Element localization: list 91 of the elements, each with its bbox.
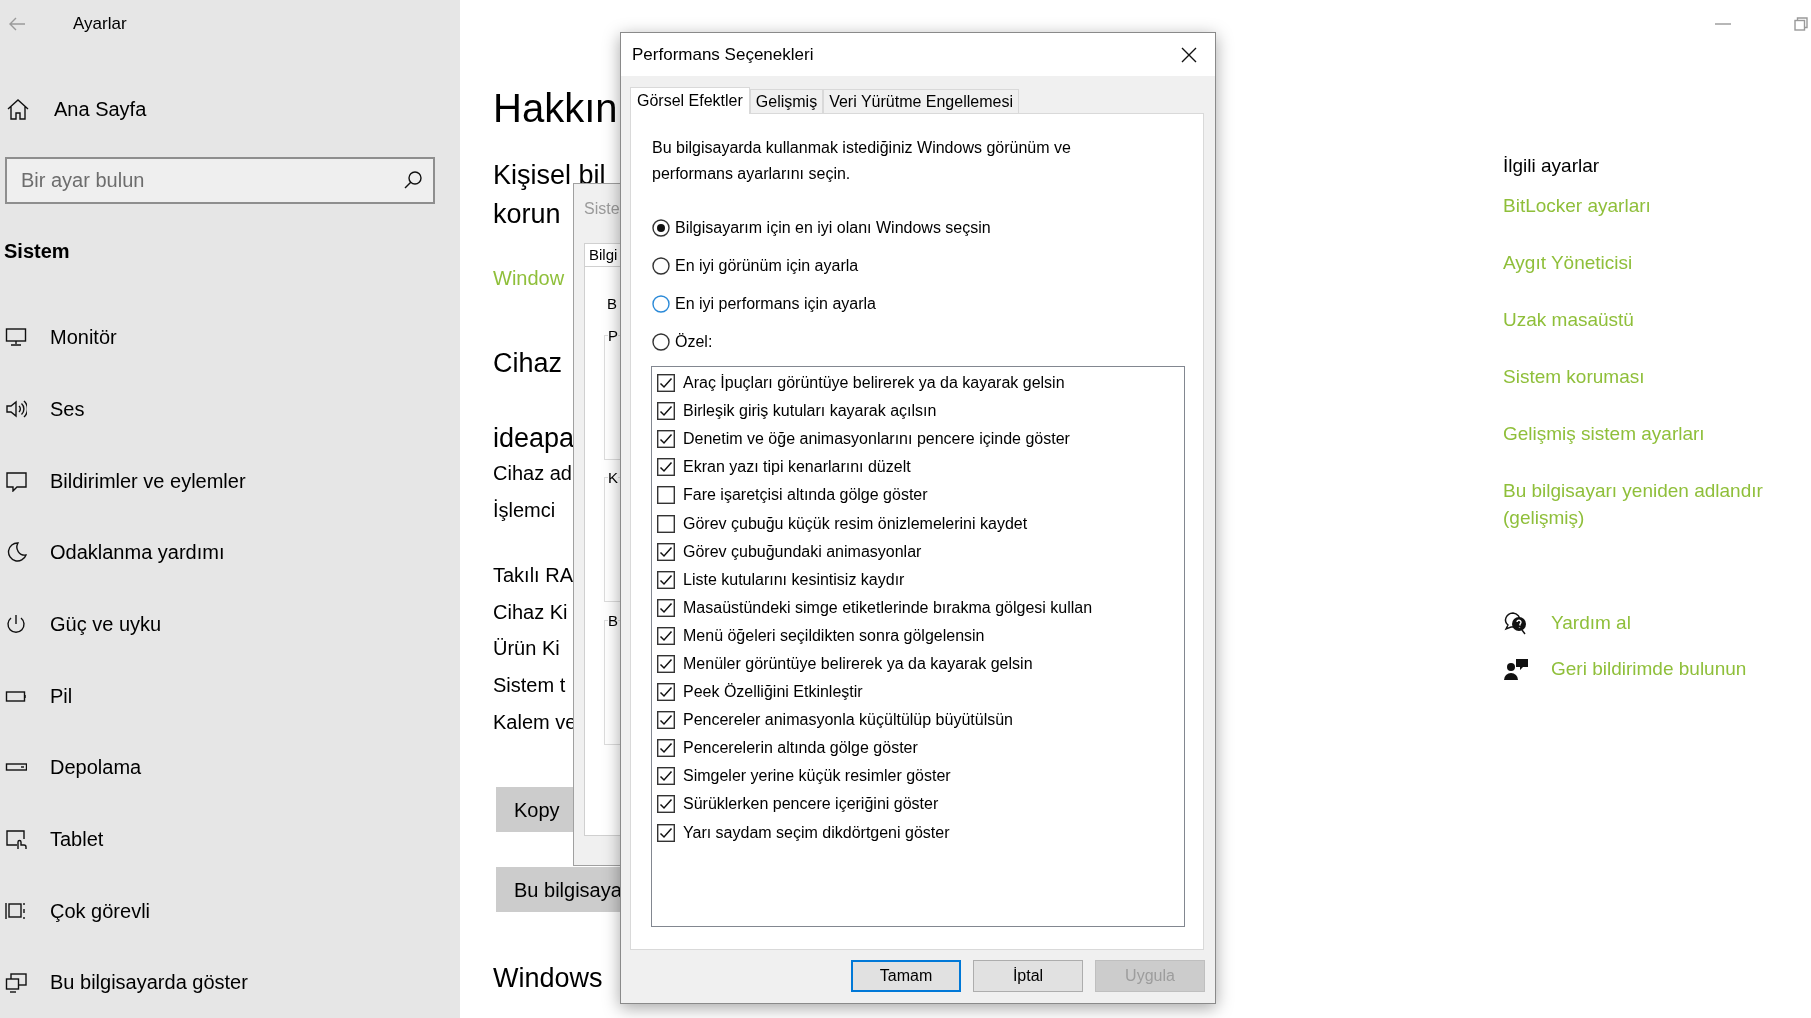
radio-button[interactable] [652, 219, 670, 237]
checkbox-option[interactable]: Masaüstündeki simge etiketlerinde bırakma gölgesi kullan [652, 593, 1184, 622]
search-field[interactable]: Bir ayar bulun [5, 156, 435, 204]
home-icon [6, 97, 30, 120]
checkbox-option[interactable]: Pencerelerin altında gölge göster [652, 734, 1184, 763]
checkbox-option[interactable]: Liste kutularını kesintisiz kaydır [652, 565, 1184, 594]
info-label: Sistem t [493, 673, 566, 698]
checkbox-option[interactable]: Sürüklerken pencere içeriğini göster [652, 790, 1184, 819]
checkbox[interactable] [657, 486, 675, 505]
section-heading: Windows [493, 962, 603, 995]
nav-item[interactable]: Odaklanma yardımı [0, 516, 460, 589]
nav-item[interactable]: Bu bilgisayarda göster [0, 946, 460, 1018]
checkbox-option[interactable]: Görev çubuğundaki animasyonlar [652, 537, 1184, 566]
checkbox-option[interactable]: Yarı saydam seçim dikdörtgeni göster [652, 818, 1184, 847]
tab[interactable]: Veri Yürütme Engellemesi [823, 89, 1019, 113]
nav-item[interactable]: Bildirimler ve eylemler [0, 444, 460, 517]
window-title: Siste [584, 199, 620, 219]
checkbox-option[interactable]: Menüler görüntüye belirerek ya da kayarak gelsin [652, 649, 1184, 679]
radio-button[interactable] [652, 333, 670, 351]
nav-item[interactable]: Güç ve uyku [0, 588, 460, 660]
help-chat-icon [1503, 611, 1529, 635]
search-icon [403, 169, 423, 190]
nav-item[interactable]: Tablet [0, 803, 460, 875]
nav-item[interactable]: Monitör [0, 301, 460, 374]
home-link[interactable]: Ana Sayfa [0, 88, 460, 129]
page-title: Hakkın [493, 85, 618, 132]
radio-button[interactable] [652, 295, 670, 313]
tab[interactable]: Görsel Efektler [630, 87, 750, 114]
speech-bubble-icon [5, 469, 27, 492]
info-label: Cihaz Ki [493, 600, 568, 625]
radio-option[interactable]: En iyi performans için ayarla [652, 290, 1203, 318]
radio-option[interactable]: En iyi görünüm için ayarla [652, 252, 1203, 280]
checkbox-option[interactable]: Pencereler animasyonla küçültülüp büyütülsün [652, 706, 1184, 735]
button[interactable]: İptal [973, 960, 1083, 992]
checkbox[interactable] [657, 402, 675, 421]
checkbox[interactable] [657, 739, 675, 758]
checkbox[interactable] [657, 458, 675, 477]
radio-option[interactable]: Özel: [652, 328, 1203, 356]
speaker-icon [5, 398, 27, 420]
window-title: Ayarlar [73, 13, 127, 36]
info-label: B [607, 294, 617, 314]
nav-item[interactable]: Ses [0, 373, 460, 445]
checkbox[interactable] [657, 795, 675, 814]
projection-icon [5, 971, 27, 994]
checkbox[interactable] [657, 430, 675, 449]
radio-option[interactable]: Bilgisayarım için en iyi olanı Windows seçsin [652, 214, 1203, 242]
checkbox[interactable] [657, 823, 675, 842]
power-icon [5, 612, 27, 635]
restore-icon [1794, 17, 1808, 31]
nav-item[interactable]: Pil [0, 659, 460, 732]
checkbox-option[interactable]: Menü öğeleri seçildikten sonra gölgelensin [652, 621, 1184, 650]
description-text: Bu bilgisayarda kullanmak istediğiniz Windows görünüm ve performans ayarlarını seçin. [652, 138, 1072, 184]
checkbox-option[interactable]: Görev çubuğu küçük resim önizlemelerini kaydet [652, 509, 1184, 538]
checkbox-option[interactable]: Ekran yazı tipi kenarlarını düzelt [652, 453, 1184, 482]
nav-item[interactable]: Depolama [0, 731, 460, 804]
radio-button[interactable] [652, 257, 670, 275]
checkbox[interactable] [657, 542, 675, 561]
dialog-title: Performans Seçenekleri [632, 43, 814, 66]
checkbox[interactable] [657, 374, 675, 393]
section-heading: Cihaz [493, 347, 563, 380]
checkbox-option[interactable]: Denetim ve öğe animasyonlarını pencere içinde göster [652, 425, 1184, 454]
checkbox[interactable] [657, 514, 675, 533]
checkbox[interactable] [657, 683, 675, 702]
person-speech-icon [1503, 657, 1529, 681]
monitor-icon [5, 326, 27, 349]
info-label: İşlemci [493, 498, 556, 523]
checkbox[interactable] [657, 655, 675, 673]
info-label: Ürün Ki [493, 636, 560, 661]
checkbox[interactable] [657, 570, 675, 589]
section-heading: korun [493, 198, 561, 231]
button[interactable]: Tamam [851, 960, 961, 992]
tablet-touch-icon [5, 827, 27, 850]
checkbox[interactable] [657, 626, 675, 645]
close-icon [1181, 46, 1197, 63]
checkbox-option[interactable]: Peek Özelliğini Etkinleştir [652, 678, 1184, 707]
info-label: Takılı RA [493, 563, 574, 588]
checkbox-option[interactable]: Simgeler yerine küçük resimler göster [652, 762, 1184, 791]
checkbox-option[interactable]: Araç İpuçları görüntüye belirerek ya da kayarak gelsin [652, 369, 1184, 398]
checkbox-option[interactable]: Birleşik giriş kutuları kayarak açılsın [652, 397, 1184, 426]
nav-item[interactable]: Çok görevli [0, 874, 460, 947]
checkbox[interactable] [657, 711, 675, 730]
section-heading: İlgili ayarlar [1503, 154, 1600, 178]
section-heading: ideapa [493, 422, 575, 455]
checkbox[interactable] [657, 598, 675, 617]
section-heading: Sistem [3, 238, 71, 264]
moon-icon [5, 541, 27, 564]
checkbox[interactable] [657, 767, 675, 786]
info-label: Cihaz ad [493, 461, 572, 486]
checkbox-option[interactable]: Fare işaretçisi altında gölge göster [652, 481, 1184, 510]
tab[interactable]: Gelişmiş [749, 89, 824, 113]
minimize-icon [1715, 23, 1731, 25]
